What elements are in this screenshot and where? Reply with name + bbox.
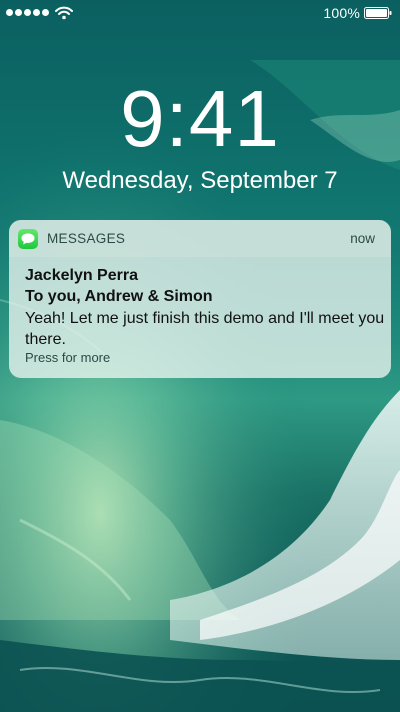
signal-dots-icon [6, 9, 49, 16]
message-notification[interactable]: MESSAGES now Jackelyn Perra To you, Andr… [9, 220, 391, 378]
messages-icon [18, 229, 38, 249]
wifi-icon [55, 6, 73, 20]
press-for-more-hint: Press for more [25, 350, 111, 365]
battery-percent: 100% [323, 5, 360, 21]
battery-icon [364, 7, 392, 19]
app-name: MESSAGES [47, 231, 126, 246]
lock-screen-time: 9:41 [120, 74, 280, 163]
notification-header: MESSAGES now [9, 220, 391, 257]
status-bar: 100% [0, 0, 400, 26]
lock-screen-date: Wednesday, September 7 [62, 167, 338, 194]
recipients: To you, Andrew & Simon [25, 288, 213, 305]
notification-time: now [350, 231, 375, 246]
message-body: Yeah! Let me just finish this demo and I… [25, 310, 385, 348]
sender-name: Jackelyn Perra [25, 267, 138, 284]
